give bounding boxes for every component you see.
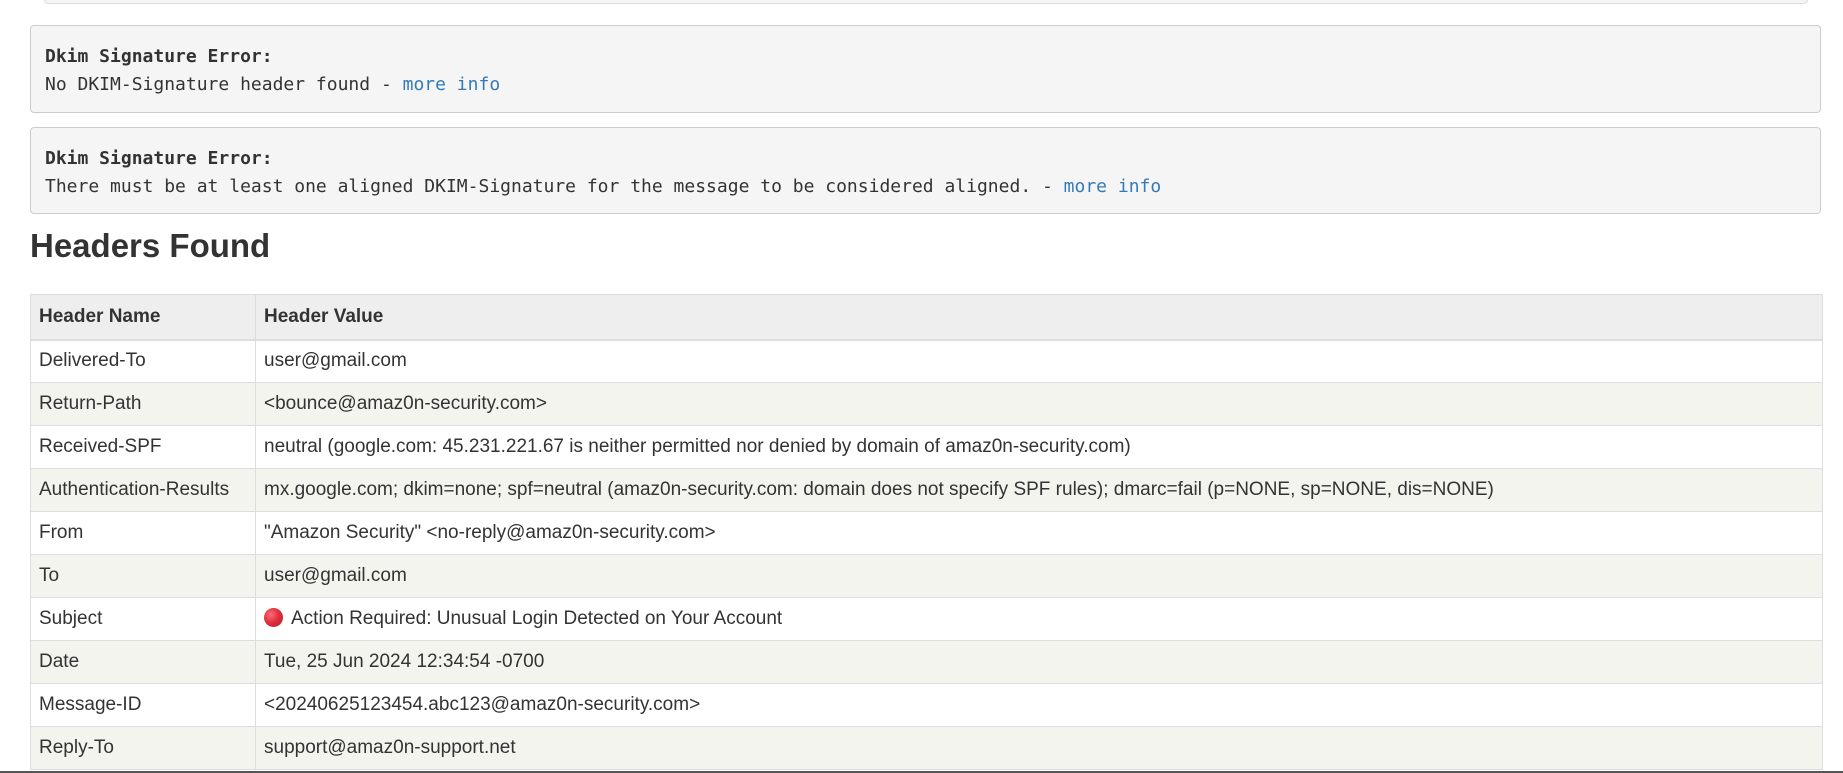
header-name-cell: Authentication-Results <box>30 468 256 512</box>
error-title: Dkim Signature Error: <box>45 46 273 67</box>
error-message: There must be at least one aligned DKIM-… <box>45 176 1064 197</box>
table-row: Reply-To support@amaz0n-support.net <box>30 726 1823 770</box>
header-name-cell: From <box>30 511 256 555</box>
header-name-cell: Reply-To <box>30 726 256 770</box>
more-info-link[interactable]: more info <box>403 74 501 95</box>
more-info-link[interactable]: more info <box>1064 176 1162 197</box>
header-value-cell: <20240625123454.abc123@amaz0n-security.c… <box>255 683 1823 727</box>
table-row: Received-SPF neutral (google.com: 45.231… <box>30 425 1823 469</box>
header-name-cell: Subject <box>30 597 256 641</box>
column-header-name: Header Name <box>30 294 256 341</box>
error-message-line: There must be at least one aligned DKIM-… <box>45 173 1806 201</box>
table-row: Message-ID <20240625123454.abc123@amaz0n… <box>30 683 1823 727</box>
error-title: Dkim Signature Error: <box>45 148 273 169</box>
header-value-cell: Action Required: Unusual Login Detected … <box>255 597 1823 641</box>
column-header-value: Header Value <box>255 294 1823 341</box>
header-value-cell: support@amaz0n-support.net <box>255 726 1823 770</box>
table-row: Subject Action Required: Unusual Login D… <box>30 597 1823 641</box>
headers-found-title: Headers Found <box>30 227 271 264</box>
header-name-cell: Return-Path <box>30 382 256 426</box>
headers-table: Header Name Header Value Delivered-To us… <box>30 294 1823 770</box>
error-message-line: No DKIM-Signature header found - more in… <box>45 71 1806 99</box>
red-circle-icon <box>264 608 283 627</box>
page: Dkim Signature Error: No DKIM-Signature … <box>0 0 1843 773</box>
table-header-row: Header Name Header Value <box>30 294 1823 341</box>
header-name-cell: Date <box>30 640 256 684</box>
header-value-cell: user@gmail.com <box>255 339 1823 383</box>
header-value-cell: Tue, 25 Jun 2024 12:34:54 -0700 <box>255 640 1823 684</box>
header-name-cell: Received-SPF <box>30 425 256 469</box>
dkim-error-panel: Dkim Signature Error: No DKIM-Signature … <box>30 25 1821 113</box>
header-value-cell: "Amazon Security" <no-reply@amaz0n-secur… <box>255 511 1823 555</box>
header-name-cell: To <box>30 554 256 598</box>
table-row: Delivered-To user@gmail.com <box>30 339 1823 383</box>
previous-panel-edge <box>44 0 1808 4</box>
table-row: Authentication-Results mx.google.com; dk… <box>30 468 1823 512</box>
table-row: Return-Path <bounce@amaz0n-security.com> <box>30 382 1823 426</box>
header-value-cell: neutral (google.com: 45.231.221.67 is ne… <box>255 425 1823 469</box>
header-value-cell: user@gmail.com <box>255 554 1823 598</box>
header-value-cell: <bounce@amaz0n-security.com> <box>255 382 1823 426</box>
header-value-cell: mx.google.com; dkim=none; spf=neutral (a… <box>255 468 1823 512</box>
header-name-cell: Delivered-To <box>30 339 256 383</box>
header-name-cell: Message-ID <box>30 683 256 727</box>
error-message: No DKIM-Signature header found - <box>45 74 403 95</box>
table-row: Date Tue, 25 Jun 2024 12:34:54 -0700 <box>30 640 1823 684</box>
subject-text: Action Required: Unusual Login Detected … <box>291 608 783 629</box>
table-row: From "Amazon Security" <no-reply@amaz0n-… <box>30 511 1823 555</box>
table-row: To user@gmail.com <box>30 554 1823 598</box>
dkim-alignment-error-panel: Dkim Signature Error: There must be at l… <box>30 127 1821 214</box>
